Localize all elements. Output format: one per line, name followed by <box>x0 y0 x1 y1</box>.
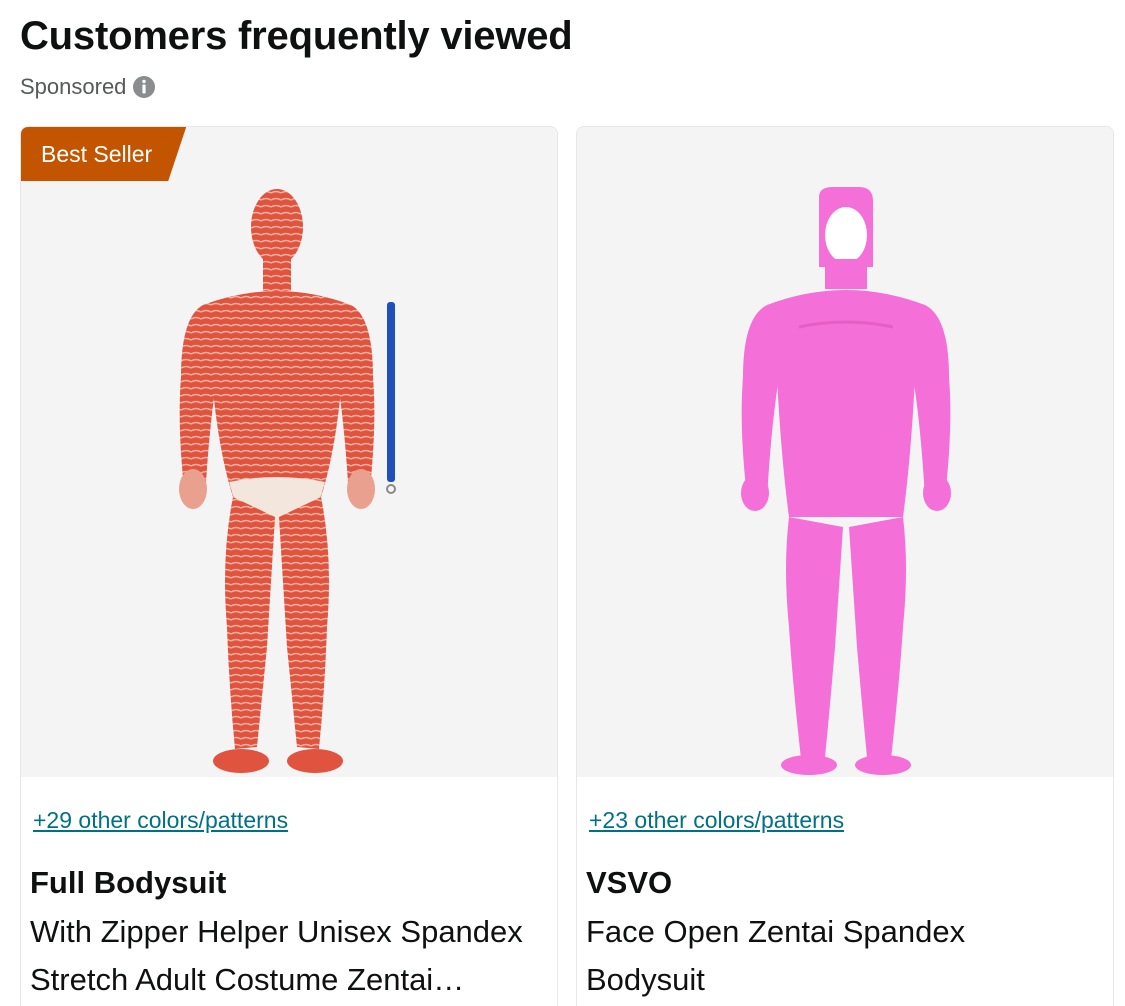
product-card[interactable]: Best Seller +29 other colors/patterns Fu… <box>20 126 558 1006</box>
sponsored-row: Sponsored <box>20 74 156 100</box>
product-brand[interactable]: VSVO <box>586 865 672 901</box>
product-card[interactable]: +23 other colors/patterns VSVO Face Open… <box>576 126 1114 1006</box>
best-seller-badge: Best Seller <box>21 127 186 181</box>
product-title-line-1[interactable]: With Zipper Helper Unisex Spandex <box>30 914 523 950</box>
product-image[interactable] <box>577 127 1113 777</box>
sponsored-label: Sponsored <box>20 74 127 99</box>
section-title: Customers frequently viewed <box>20 14 573 58</box>
info-icon[interactable] <box>132 75 156 99</box>
product-title-line-1[interactable]: Face Open Zentai Spandex <box>586 914 965 950</box>
product-title-line-2[interactable]: Stretch Adult Costume Zentai… <box>30 962 464 998</box>
product-brand[interactable]: Full Bodysuit <box>30 865 226 901</box>
other-colors-link[interactable]: +23 other colors/patterns <box>589 807 844 834</box>
other-colors-link[interactable]: +29 other colors/patterns <box>33 807 288 834</box>
product-title-line-2[interactable]: Bodysuit <box>586 962 705 998</box>
product-image[interactable] <box>21 127 557 777</box>
